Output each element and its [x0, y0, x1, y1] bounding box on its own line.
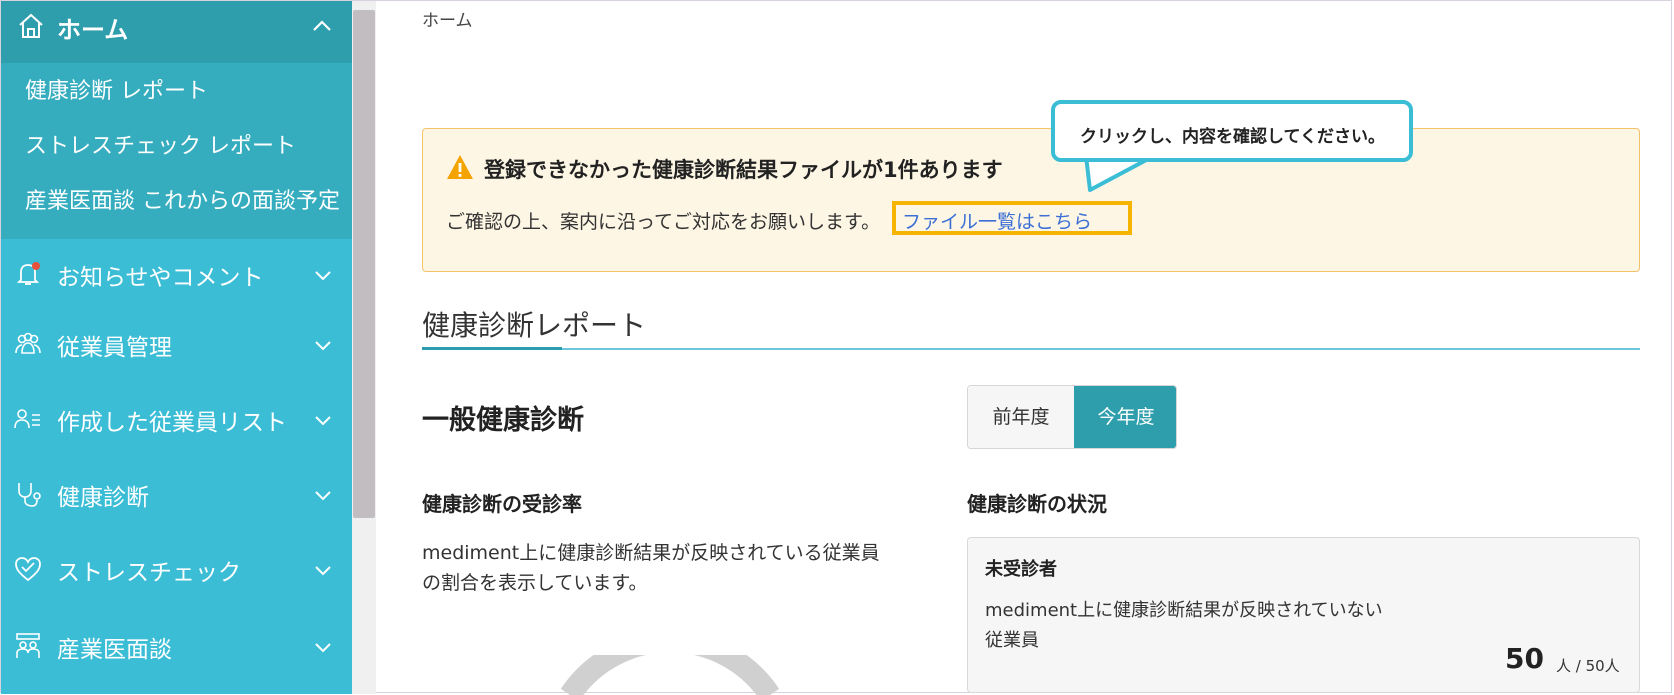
alert-title: 登録できなかった健康診断結果ファイルが1件あります: [484, 158, 1003, 182]
chevron-up-icon[interactable]: [311, 15, 333, 37]
checkup-rate-description-line1: mediment上に健康診断結果が反映されている従業員: [422, 542, 880, 564]
checkup-rate-description: mediment上に健康診断結果が反映されている従業員 の割合を表示しています。: [422, 538, 880, 598]
sidebar-item-health-checkup[interactable]: 健康診断: [1, 463, 352, 523]
sidebar-item-label: ホーム: [57, 16, 129, 44]
meeting-icon: [16, 633, 40, 658]
sidebar-scrollbar-thumb[interactable]: [353, 10, 375, 518]
unexamined-card-title: 未受診者: [985, 559, 1057, 580]
bell-icon: [16, 262, 40, 285]
rate-donut-chart: [560, 655, 780, 695]
sidebar-item-label: ストレスチェック: [57, 560, 241, 586]
warning-icon: [447, 155, 473, 179]
file-list-link[interactable]: ファイル一覧はこちら: [902, 207, 1092, 234]
chevron-down-icon: [315, 341, 331, 351]
breadcrumb: ホーム: [422, 11, 473, 31]
stethoscope-icon: [18, 483, 41, 507]
sidebar-item-doctor-interview[interactable]: 産業医面談: [1, 615, 352, 675]
alert-box: [422, 128, 1640, 272]
sidebar-item-label: 作成した従業員リスト: [57, 410, 287, 436]
home-subnav: 健康診断 レポート ストレスチェック レポート 産業医面談 これからの面談予定: [1, 63, 352, 239]
unexamined-description-line1: mediment上に健康診断結果が反映されていない: [985, 600, 1383, 621]
person-list-icon: [14, 409, 40, 429]
section-divider-accent: [422, 347, 562, 350]
chevron-down-icon: [315, 416, 331, 426]
subnav-item-checkup-report[interactable]: 健康診断 レポート: [25, 73, 208, 105]
chevron-down-icon: [315, 643, 331, 653]
subnav-item-stress-report[interactable]: ストレスチェック レポート: [25, 128, 296, 160]
heart-icon: [15, 557, 41, 582]
unexamined-description-line2: 従業員: [985, 630, 1039, 651]
people-icon: [15, 332, 41, 354]
file-list-link-highlight[interactable]: ファイル一覧はこちら: [892, 201, 1132, 235]
unexamined-card-description: mediment上に健康診断結果が反映されていない 従業員: [985, 596, 1383, 656]
unexamined-count: 50: [1505, 642, 1544, 675]
chevron-down-icon: [315, 491, 331, 501]
sidebar-item-home[interactable]: ホーム: [1, 1, 352, 63]
toggle-previous-year[interactable]: 前年度: [968, 386, 1074, 448]
sidebar-item-employees[interactable]: 従業員管理: [1, 313, 352, 373]
checkup-rate-description-line2: の割合を表示しています。: [422, 572, 648, 594]
sidebar-item-label: お知らせやコメント: [57, 265, 264, 291]
subsection-title: 一般健康診断: [422, 405, 584, 436]
unexamined-count-unit: 人 / 50人: [1556, 657, 1620, 675]
sidebar-item-label: 従業員管理: [57, 335, 172, 361]
alert-message: ご確認の上、案内に沿ってご対応をお願いします。: [446, 211, 881, 233]
chevron-down-icon: [315, 271, 331, 281]
sidebar-item-label: 健康診断: [57, 485, 149, 511]
sidebar-item-stress-check[interactable]: ストレスチェック: [1, 538, 352, 598]
home-icon: [19, 13, 43, 38]
sidebar-item-label: 産業医面談: [57, 637, 172, 663]
checkup-rate-title: 健康診断の受診率: [422, 492, 582, 516]
callout-text: クリックし、内容を確認してください。: [1080, 127, 1385, 147]
chevron-down-icon: [315, 566, 331, 576]
year-toggle: 前年度 今年度: [967, 385, 1177, 449]
sidebar: ホーム 健康診断 レポート ストレスチェック レポート 産業医面談 これからの面…: [1, 1, 352, 694]
sidebar-item-notifications[interactable]: お知らせやコメント: [1, 243, 352, 303]
subnav-item-interview-schedule[interactable]: 産業医面談 これからの面談予定: [25, 183, 340, 215]
section-divider: [422, 348, 1640, 350]
sidebar-item-employee-lists[interactable]: 作成した従業員リスト: [1, 388, 352, 448]
callout-tail: [1084, 156, 1151, 192]
checkup-status-title: 健康診断の状況: [967, 492, 1107, 516]
section-title: 健康診断レポート: [422, 309, 647, 342]
toggle-current-year[interactable]: 今年度: [1074, 386, 1176, 448]
